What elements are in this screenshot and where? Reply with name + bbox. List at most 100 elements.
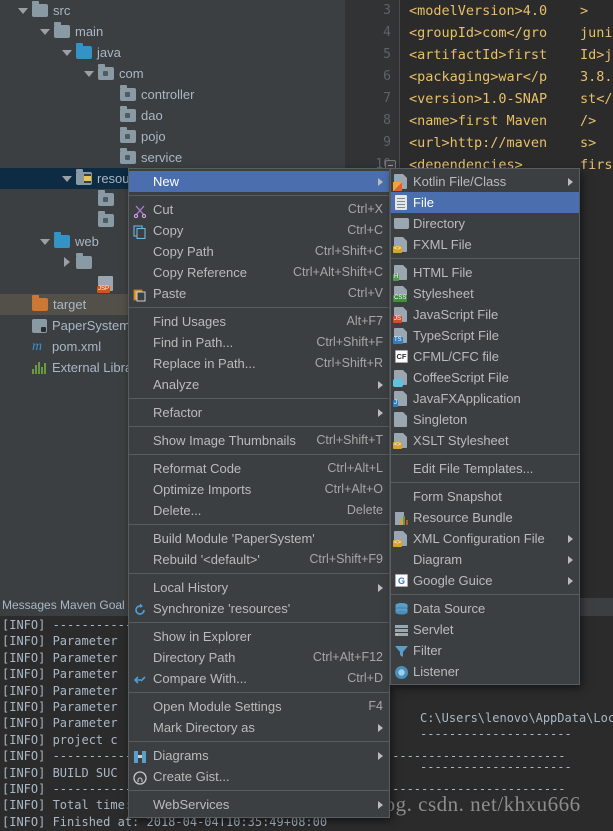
menu-item-reformat-code[interactable]: Reformat Code Ctrl+Alt+L bbox=[129, 458, 389, 479]
menu-separator bbox=[129, 790, 389, 791]
sync-icon bbox=[129, 601, 153, 617]
singleton-icon bbox=[391, 411, 413, 428]
new-item-google-guice[interactable]: G Google Guice bbox=[391, 570, 579, 591]
new-item-coffeescript-file[interactable]: CoffeeScript File bbox=[391, 367, 579, 388]
new-item-label: Singleton bbox=[413, 412, 468, 427]
tree-node-controller[interactable]: controller bbox=[0, 84, 345, 105]
menu-icon-slot bbox=[129, 552, 153, 568]
menu-item-open-module-settings[interactable]: Open Module Settings F4 bbox=[129, 696, 389, 717]
menu-item-refactor[interactable]: Refactor bbox=[129, 402, 389, 423]
submenu-arrow-icon bbox=[378, 723, 383, 732]
menu-item-cut[interactable]: Cut Ctrl+X bbox=[129, 199, 389, 220]
menu-item-new[interactable]: New bbox=[129, 171, 389, 192]
chevron-down-icon[interactable] bbox=[40, 236, 51, 247]
chevron-down-icon[interactable] bbox=[62, 173, 73, 184]
new-item-cfml-cfc-file[interactable]: CF CFML/CFC file bbox=[391, 346, 579, 367]
menu-separator bbox=[129, 622, 389, 623]
new-item-directory[interactable]: Directory bbox=[391, 213, 579, 234]
menu-item-label: Rebuild '<default>' bbox=[153, 552, 260, 567]
tree-node-src[interactable]: src bbox=[0, 0, 345, 21]
menu-item-show-image-thumbnails[interactable]: Show Image Thumbnails Ctrl+Shift+T bbox=[129, 430, 389, 451]
scissors-icon bbox=[129, 202, 153, 218]
menu-item-show-in-explorer[interactable]: Show in Explorer bbox=[129, 626, 389, 647]
menu-item-analyze[interactable]: Analyze bbox=[129, 374, 389, 395]
menu-item-directory-path[interactable]: Directory Path Ctrl+Alt+F12 bbox=[129, 647, 389, 668]
html-file-icon: H bbox=[391, 264, 413, 281]
menu-icon-slot bbox=[129, 580, 153, 596]
new-item-html-file[interactable]: H HTML File bbox=[391, 262, 579, 283]
menu-icon-slot bbox=[129, 356, 153, 372]
menu-item-diagrams[interactable]: Diagrams bbox=[129, 745, 389, 766]
menu-item-copy-path[interactable]: Copy Path Ctrl+Shift+C bbox=[129, 241, 389, 262]
chevron-down-icon[interactable] bbox=[62, 47, 73, 58]
new-item-singleton[interactable]: Singleton bbox=[391, 409, 579, 430]
new-item-label: Diagram bbox=[413, 552, 463, 567]
tree-node-pojo[interactable]: pojo bbox=[0, 126, 345, 147]
menu-item-delete[interactable]: Delete... Delete bbox=[129, 500, 389, 521]
menu-icon-slot bbox=[129, 629, 153, 645]
new-item-stylesheet[interactable]: CSS Stylesheet bbox=[391, 283, 579, 304]
new-item-javafxapplication[interactable]: J JavaFXApplication bbox=[391, 388, 579, 409]
menu-item-optimize-imports[interactable]: Optimize Imports Ctrl+Alt+O bbox=[129, 479, 389, 500]
new-item-diagram[interactable]: Diagram bbox=[391, 549, 579, 570]
menu-item-local-history[interactable]: Local History bbox=[129, 577, 389, 598]
tree-node-label: web bbox=[75, 234, 99, 249]
menu-item-replace-in-path[interactable]: Replace in Path... Ctrl+Shift+R bbox=[129, 353, 389, 374]
menu-item-webservices[interactable]: WebServices bbox=[129, 794, 389, 815]
new-item-typescript-file[interactable]: TS TypeScript File bbox=[391, 325, 579, 346]
new-submenu[interactable]: Kotlin File/Class File Directory <> FXML Fil… bbox=[390, 168, 580, 685]
menu-item-shortcut: Alt+F7 bbox=[346, 314, 383, 328]
tree-node-label: pom.xml bbox=[52, 339, 102, 354]
resources-folder-icon bbox=[76, 169, 92, 185]
menu-item-shortcut: Delete bbox=[346, 503, 383, 517]
menu-item-create-gist[interactable]: Create Gist... bbox=[129, 766, 389, 787]
xslt-file-icon: <> bbox=[391, 432, 413, 449]
new-item-form-snapshot[interactable]: Form Snapshot bbox=[391, 486, 579, 507]
menu-item-build-module-papersystem[interactable]: Build Module 'PaperSystem' bbox=[129, 528, 389, 549]
chevron-down-icon[interactable] bbox=[40, 26, 51, 37]
new-item-resource-bundle[interactable]: Resource Bundle bbox=[391, 507, 579, 528]
menu-item-copy-reference[interactable]: Copy Reference Ctrl+Alt+Shift+C bbox=[129, 262, 389, 283]
menu-icon-slot bbox=[129, 174, 153, 190]
package-icon bbox=[120, 106, 136, 122]
submenu-icon-slot bbox=[391, 489, 413, 505]
menu-item-copy[interactable]: Copy Ctrl+C bbox=[129, 220, 389, 241]
menu-item-find-in-path[interactable]: Find in Path... Ctrl+Shift+F bbox=[129, 332, 389, 353]
new-item-servlet[interactable]: Servlet bbox=[391, 619, 579, 640]
new-item-label: Servlet bbox=[413, 622, 454, 637]
tree-node-java[interactable]: java bbox=[0, 42, 345, 63]
menu-icon-slot bbox=[129, 650, 153, 666]
tree-node-main[interactable]: main bbox=[0, 21, 345, 42]
new-item-xml-configuration-file[interactable]: <> XML Configuration File bbox=[391, 528, 579, 549]
new-item-label: JavaScript File bbox=[413, 307, 499, 322]
menu-item-find-usages[interactable]: Find Usages Alt+F7 bbox=[129, 311, 389, 332]
submenu-arrow-icon bbox=[378, 380, 383, 389]
new-item-listener[interactable]: Listener bbox=[391, 661, 579, 682]
chevron-right-icon[interactable] bbox=[62, 257, 73, 268]
menu-item-compare-with[interactable]: Compare With... Ctrl+D bbox=[129, 668, 389, 689]
menu-item-shortcut: Ctrl+X bbox=[347, 202, 383, 216]
new-item-javascript-file[interactable]: JS JavaScript File bbox=[391, 304, 579, 325]
tree-node-service[interactable]: service bbox=[0, 147, 345, 168]
new-item-kotlin-file-class[interactable]: Kotlin File/Class bbox=[391, 171, 579, 192]
new-item-edit-file-templates[interactable]: Edit File Templates... bbox=[391, 458, 579, 479]
tree-node-dao[interactable]: dao bbox=[0, 105, 345, 126]
menu-item-rebuild-default[interactable]: Rebuild '<default>' Ctrl+Shift+F9 bbox=[129, 549, 389, 570]
chevron-down-icon[interactable] bbox=[84, 68, 95, 79]
new-item-filter[interactable]: Filter bbox=[391, 640, 579, 661]
menu-item-paste[interactable]: Paste Ctrl+V bbox=[129, 283, 389, 304]
new-item-file[interactable]: File bbox=[391, 192, 579, 213]
chevron-down-icon[interactable] bbox=[18, 5, 29, 16]
context-menu[interactable]: New Cut Ctrl+X Copy Ctrl+C Copy Path Ctrl+Shif… bbox=[128, 168, 390, 818]
maven-pom-icon: m bbox=[32, 339, 43, 354]
menu-item-label: Find in Path... bbox=[153, 335, 234, 350]
menu-item-label: Refactor bbox=[153, 405, 203, 420]
new-item-xslt-stylesheet[interactable]: <> XSLT Stylesheet bbox=[391, 430, 579, 451]
menu-item-synchronize-resources[interactable]: Synchronize 'resources' bbox=[129, 598, 389, 619]
new-item-fxml-file[interactable]: <> FXML File bbox=[391, 234, 579, 255]
new-item-data-source[interactable]: Data Source bbox=[391, 598, 579, 619]
menu-item-mark-directory-as[interactable]: Mark Directory as bbox=[129, 717, 389, 738]
tree-node-com[interactable]: com bbox=[0, 63, 345, 84]
